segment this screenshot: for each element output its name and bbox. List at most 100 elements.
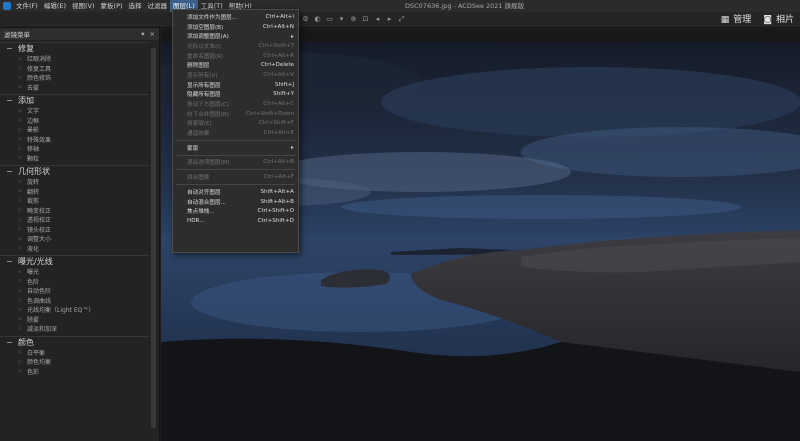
crop-tool-icon[interactable]: ⊡ xyxy=(361,15,370,24)
fog-icon: ◦ xyxy=(17,83,22,92)
collapse-icon[interactable]: − xyxy=(6,44,14,53)
filter-item-label: 晕影 xyxy=(27,127,40,135)
filter-item[interactable]: ◦ 晕影 xyxy=(0,125,150,135)
filter-item[interactable]: ◦ 特殊效果 xyxy=(0,135,150,145)
filter-item[interactable]: ◦ 光线均衡（Light EQ™） xyxy=(0,305,150,315)
menu-view[interactable]: 视图(V) xyxy=(69,0,98,12)
filter-item[interactable]: ◦ 颗粒 xyxy=(0,154,150,164)
window-title: DSC07636.jpg - ACDSee 2021 旗舰版 xyxy=(405,2,525,10)
filter-item[interactable]: ◦ 液化 xyxy=(0,244,150,254)
filter-item[interactable]: ◦ 修复工具 xyxy=(0,64,150,74)
layer-menu-item[interactable]: 焦点堆栈... Ctrl+Shift+O xyxy=(173,206,298,216)
menu-edit[interactable]: 编辑(E) xyxy=(41,0,69,12)
menu-item-label: HDR... xyxy=(187,217,205,224)
layer-menu-item[interactable]: 添加空图层(B) Ctrl+Alt+N xyxy=(173,22,298,32)
filter-group-title[interactable]: − 颜色 xyxy=(0,335,150,348)
menu-item-shortcut: Shift+J xyxy=(274,81,294,88)
filter-group-title[interactable]: − 曝光/光线 xyxy=(0,255,150,267)
layer-menu-item[interactable]: 添加文件作为图层... Ctrl+Alt+I xyxy=(173,12,298,22)
filter-item-label: 裁剪 xyxy=(27,198,40,206)
menu-item-label: 焦点堆栈... xyxy=(187,209,215,216)
filter-item[interactable]: ◦ 透视校正 xyxy=(0,215,150,225)
filter-item[interactable]: ◦ 调整大小 xyxy=(0,234,150,244)
filter-item-label: 白平衡 xyxy=(27,349,46,357)
filter-item[interactable]: ◦ 白平衡 xyxy=(0,348,150,358)
filter-item[interactable]: ◦ 旋转 xyxy=(0,177,150,187)
dodge-burn-icon: ◦ xyxy=(17,324,22,333)
filter-item[interactable]: ◦ 颜色修饰 xyxy=(0,73,150,83)
menu-select[interactable]: 选择 xyxy=(126,0,145,12)
filter-item[interactable]: ◦ 红眼消除 xyxy=(0,54,150,64)
filter-item-label: 减淡和加深 xyxy=(27,326,58,334)
dropdown-tool-icon[interactable]: ▾ xyxy=(337,15,346,24)
filter-item[interactable]: ◦ 边框 xyxy=(0,116,150,126)
filter-group-label: 几何形状 xyxy=(18,167,50,176)
filter-item[interactable]: ◦ 减淡和加深 xyxy=(0,324,150,334)
gradient-tool-icon[interactable]: ◐ xyxy=(313,15,322,24)
layer-menu-item[interactable]: 显示所有图层 Shift+J xyxy=(173,80,298,90)
tab-photos[interactable]: ◙ 相片 xyxy=(763,13,794,27)
zoom-tool-icon[interactable]: ⊕ xyxy=(349,15,358,24)
brush-tool-icon[interactable]: ⚙ xyxy=(301,15,310,24)
fit-tool-icon[interactable]: ⤢ xyxy=(397,15,406,24)
layer-menu-item: 移动下方图层(C) Ctrl+Alt+C xyxy=(173,99,298,109)
filter-item-label: 修复工具 xyxy=(27,65,52,73)
filter-item-label: 曝光 xyxy=(27,269,40,277)
filter-item[interactable]: ◦ 色彩 xyxy=(0,367,150,377)
collapse-icon[interactable]: − xyxy=(6,96,14,105)
layer-menu-item[interactable]: 蒙版 ▸ xyxy=(173,143,298,153)
filter-item[interactable]: ◦ 色调曲线 xyxy=(0,296,150,306)
menu-item-label: 向下合并图层(R) xyxy=(187,111,229,118)
filter-item-label: 移轴 xyxy=(27,146,40,154)
close-icon[interactable]: × xyxy=(150,30,155,38)
filter-group-title[interactable]: − 修复 xyxy=(0,42,150,54)
menu-item-shortcut: Ctrl+Alt+F xyxy=(263,174,294,181)
filter-item-label: 色调曲线 xyxy=(27,297,52,305)
menu-filter[interactable]: 过滤器 xyxy=(145,0,171,12)
layer-menu-item[interactable]: 自动对齐图层 Shift+Alt+A xyxy=(173,187,298,197)
toolbar: ⚙ ◐ ▭ ▾ ⊕ ⊡ ◂ ▸ ⤢ ▦ 管理 ◙ 相片 xyxy=(0,12,800,28)
panel-scrollbar[interactable] xyxy=(151,48,156,428)
next-tool-icon[interactable]: ▸ xyxy=(385,15,394,24)
menu-item-label: 光标以文本(I) xyxy=(187,43,221,50)
levels-icon: ◦ xyxy=(17,277,22,286)
filter-item[interactable]: ◦ 自动色阶 xyxy=(0,286,150,296)
menu-mask[interactable]: 蒙板(P) xyxy=(98,0,126,12)
prev-tool-icon[interactable]: ◂ xyxy=(373,15,382,24)
filter-group-title[interactable]: − 几何形状 xyxy=(0,165,150,177)
filter-item[interactable]: ◦ 移轴 xyxy=(0,144,150,154)
filter-item[interactable]: ◦ 曝光 xyxy=(0,267,150,277)
filter-item[interactable]: ◦ 畸变校正 xyxy=(0,206,150,216)
filter-item[interactable]: ◦ 去雾 xyxy=(0,83,150,93)
filter-item[interactable]: ◦ 色阶 xyxy=(0,277,150,287)
menu-item-shortcut: Ctrl+Delete xyxy=(260,62,294,69)
curves-icon: ◦ xyxy=(17,296,22,305)
shape-tool-icon[interactable]: ▭ xyxy=(325,15,334,24)
filter-item[interactable]: ◦ 颜色均衡 xyxy=(0,357,150,367)
menu-item-label: 添加调整图层(A) xyxy=(187,34,229,41)
menu-item-label: 自动对齐图层 xyxy=(187,189,221,196)
layer-menu-item[interactable]: 删除图层 Ctrl+Delete xyxy=(173,60,298,70)
layer-menu-item[interactable]: 隐藏所有图层 Shift+Y xyxy=(173,90,298,100)
collapse-icon[interactable]: − xyxy=(6,167,14,176)
collapse-icon[interactable]: − xyxy=(6,338,14,347)
layer-menu-item[interactable]: 添加调整图层(A) ▸ xyxy=(173,31,298,41)
layer-menu-dropdown: 添加文件作为图层... Ctrl+Alt+I 添加空图层(B) Ctrl+Alt+N 添… xyxy=(172,9,299,253)
filter-group-label: 添加 xyxy=(18,96,34,105)
layer-menu-item[interactable]: 自动混合图层... Shift+Alt+B xyxy=(173,197,298,207)
menu-file[interactable]: 文件(F) xyxy=(13,0,41,12)
layer-menu-item[interactable]: HDR... Ctrl+Shift+D xyxy=(173,216,298,226)
menu-item-shortcut: Ctrl+Shift+O xyxy=(257,208,294,215)
tab-manage[interactable]: ▦ 管理 xyxy=(721,13,752,27)
filter-group: − 曝光/光线 ◦ 曝光 ◦ 色阶 ◦ 自动色阶 ◦ 色调曲线 ◦ 光线均衡（Light EQ™） ◦ 除… xyxy=(0,255,150,334)
filter-item[interactable]: ◦ 裁剪 xyxy=(0,196,150,206)
filter-item[interactable]: ◦ 翻转 xyxy=(0,187,150,197)
collapse-icon[interactable]: − xyxy=(6,257,14,266)
filter-group-title[interactable]: − 添加 xyxy=(0,94,150,106)
menu-item-shortcut: Ctrl+Alt+I xyxy=(265,13,294,20)
filter-item[interactable]: ◦ 文字 xyxy=(0,106,150,116)
filter-item[interactable]: ◦ 镜头校正 xyxy=(0,225,150,235)
filter-item[interactable]: ◦ 除雾 xyxy=(0,315,150,325)
camera-icon: ◙ xyxy=(763,15,772,25)
pin-icon[interactable]: ▾ xyxy=(141,30,144,38)
